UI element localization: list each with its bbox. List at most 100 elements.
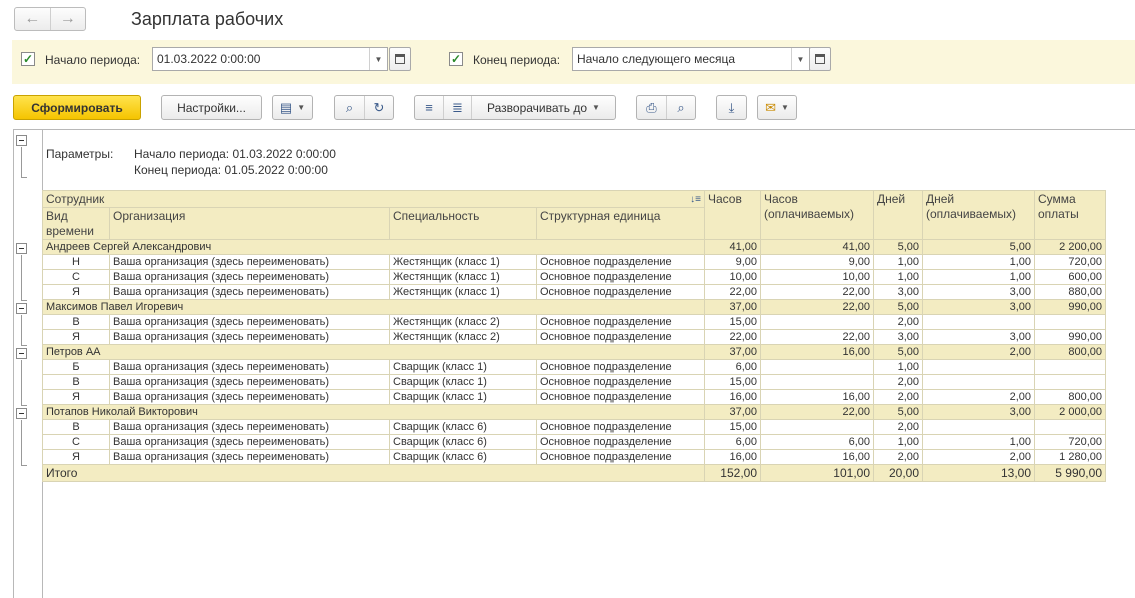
search-button[interactable]: ⌕ [335,96,364,119]
sort-icon[interactable]: ↓≡ [690,192,701,207]
sum-cell[interactable] [1034,374,1106,390]
hours-paid-cell[interactable]: 22,00 [760,284,874,300]
org-cell[interactable]: Ваша организация (здесь переименовать) [109,419,390,435]
sum-cell[interactable]: 2 000,00 [1034,404,1106,420]
hours-cell[interactable]: 9,00 [704,254,761,270]
days-cell[interactable]: 2,00 [873,374,923,390]
sum-cell[interactable]: 990,00 [1034,299,1106,315]
sum-cell[interactable]: 720,00 [1034,434,1106,450]
days-cell[interactable]: 2,00 [873,449,923,465]
unit-cell[interactable]: Основное подразделение [536,254,705,270]
hours-paid-cell[interactable]: 16,00 [760,449,874,465]
total-label-cell[interactable]: Итого [42,464,705,482]
sum-cell[interactable]: 720,00 [1034,254,1106,270]
expand-all-button[interactable]: ≡ [415,96,443,119]
days-cell[interactable]: 2,00 [873,419,923,435]
variant-button[interactable]: ▤ ▼ [272,95,313,120]
time-type-cell[interactable]: Я [42,389,110,405]
spec-cell[interactable]: Жестянщик (класс 1) [389,269,537,285]
spec-cell[interactable]: Жестянщик (класс 1) [389,254,537,270]
save-button[interactable]: ⤓ [716,95,747,120]
org-cell[interactable]: Ваша организация (здесь переименовать) [109,359,390,375]
sum-cell[interactable] [1034,359,1106,375]
sum-cell[interactable]: 800,00 [1034,389,1106,405]
chevron-down-icon[interactable]: ▼ [369,48,387,70]
days-cell[interactable]: 1,00 [873,269,923,285]
days-paid-cell[interactable]: 1,00 [922,434,1035,450]
hours-cell[interactable]: 37,00 [704,344,761,360]
hours-cell[interactable]: 15,00 [704,419,761,435]
time-type-cell[interactable]: Я [42,329,110,345]
unit-cell[interactable]: Основное подразделение [536,374,705,390]
hours-cell[interactable]: 37,00 [704,404,761,420]
back-button[interactable]: ← [15,8,50,30]
employee-name-cell[interactable]: Петров АА [42,344,705,360]
days-cell[interactable]: 1,00 [873,434,923,450]
total-days-paid-cell[interactable]: 13,00 [922,464,1035,482]
total-row[interactable]: Итого 152,00 101,00 20,00 13,00 5 990,00 [42,464,1106,482]
org-cell[interactable]: Ваша организация (здесь переименовать) [109,284,390,300]
settings-button[interactable]: Настройки... [161,95,262,120]
org-cell[interactable]: Ваша организация (здесь переименовать) [109,254,390,270]
days-paid-cell[interactable]: 2,00 [922,449,1035,465]
col-unit[interactable]: Структурная единица [536,207,705,240]
sum-cell[interactable]: 2 200,00 [1034,239,1106,255]
unit-cell[interactable]: Основное подразделение [536,314,705,330]
days-paid-cell[interactable]: 3,00 [922,329,1035,345]
group-row[interactable]: Петров АА 37,00 16,00 5,00 2,00 800,00 [42,344,1106,360]
time-type-cell[interactable]: Я [42,449,110,465]
hours-paid-cell[interactable]: 22,00 [760,404,874,420]
table-row[interactable]: Я Ваша организация (здесь переименовать) Ж… [42,329,1106,345]
total-days-cell[interactable]: 20,00 [873,464,923,482]
hours-paid-cell[interactable] [760,359,874,375]
col-time-type[interactable]: Вид времени [42,207,110,240]
sum-cell[interactable]: 990,00 [1034,329,1106,345]
hours-cell[interactable]: 15,00 [704,314,761,330]
collapse-group-toggle[interactable] [16,348,27,359]
hours-paid-cell[interactable]: 9,00 [760,254,874,270]
sum-cell[interactable]: 880,00 [1034,284,1106,300]
col-sum[interactable]: Сумма оплаты [1034,190,1106,240]
hours-cell[interactable]: 15,00 [704,374,761,390]
collapse-all-button[interactable]: ≣ [443,96,471,119]
hours-paid-cell[interactable] [760,374,874,390]
time-type-cell[interactable]: Я [42,284,110,300]
days-cell[interactable]: 2,00 [873,389,923,405]
employee-name-cell[interactable]: Максимов Павел Игоревич [42,299,705,315]
group-row[interactable]: Максимов Павел Игоревич 37,00 22,00 5,00 3,0… [42,299,1106,315]
start-period-checkbox[interactable]: ✓ [21,52,35,66]
hours-paid-cell[interactable]: 22,00 [760,329,874,345]
generate-button[interactable]: Сформировать [13,95,141,120]
hours-cell[interactable]: 16,00 [704,449,761,465]
start-calendar-button[interactable] [389,47,411,71]
org-cell[interactable]: Ваша организация (здесь переименовать) [109,389,390,405]
collapse-group-toggle[interactable] [16,303,27,314]
days-paid-cell[interactable]: 5,00 [922,239,1035,255]
col-days[interactable]: Дней [873,190,923,240]
search-next-button[interactable]: ↻ [364,96,393,119]
unit-cell[interactable]: Основное подразделение [536,389,705,405]
send-mail-button[interactable]: ✉ ▼ [757,95,797,120]
hours-paid-cell[interactable]: 6,00 [760,434,874,450]
time-type-cell[interactable]: Б [42,359,110,375]
table-row[interactable]: Я Ваша организация (здесь переименовать) Ж… [42,284,1106,300]
days-cell[interactable]: 1,00 [873,359,923,375]
unit-cell[interactable]: Основное подразделение [536,284,705,300]
days-paid-cell[interactable]: 3,00 [922,299,1035,315]
spec-cell[interactable]: Сварщик (класс 1) [389,374,537,390]
days-cell[interactable]: 5,00 [873,299,923,315]
unit-cell[interactable]: Основное подразделение [536,329,705,345]
hours-cell[interactable]: 6,00 [704,434,761,450]
time-type-cell[interactable]: С [42,269,110,285]
col-hours[interactable]: Часов [704,190,761,240]
group-row[interactable]: Андреев Сергей Александрович 41,00 41,00 5,… [42,239,1106,255]
col-hours-paid[interactable]: Часов (оплачиваемых) [760,190,874,240]
table-row[interactable]: С Ваша организация (здесь переименовать) Ж… [42,269,1106,285]
hours-paid-cell[interactable]: 22,00 [760,299,874,315]
preview-button[interactable]: ⌕ [666,96,695,119]
spec-cell[interactable]: Жестянщик (класс 2) [389,314,537,330]
collapse-params-toggle[interactable] [16,135,27,146]
total-hours-cell[interactable]: 152,00 [704,464,761,482]
end-calendar-button[interactable] [809,47,831,71]
days-paid-cell[interactable]: 1,00 [922,269,1035,285]
